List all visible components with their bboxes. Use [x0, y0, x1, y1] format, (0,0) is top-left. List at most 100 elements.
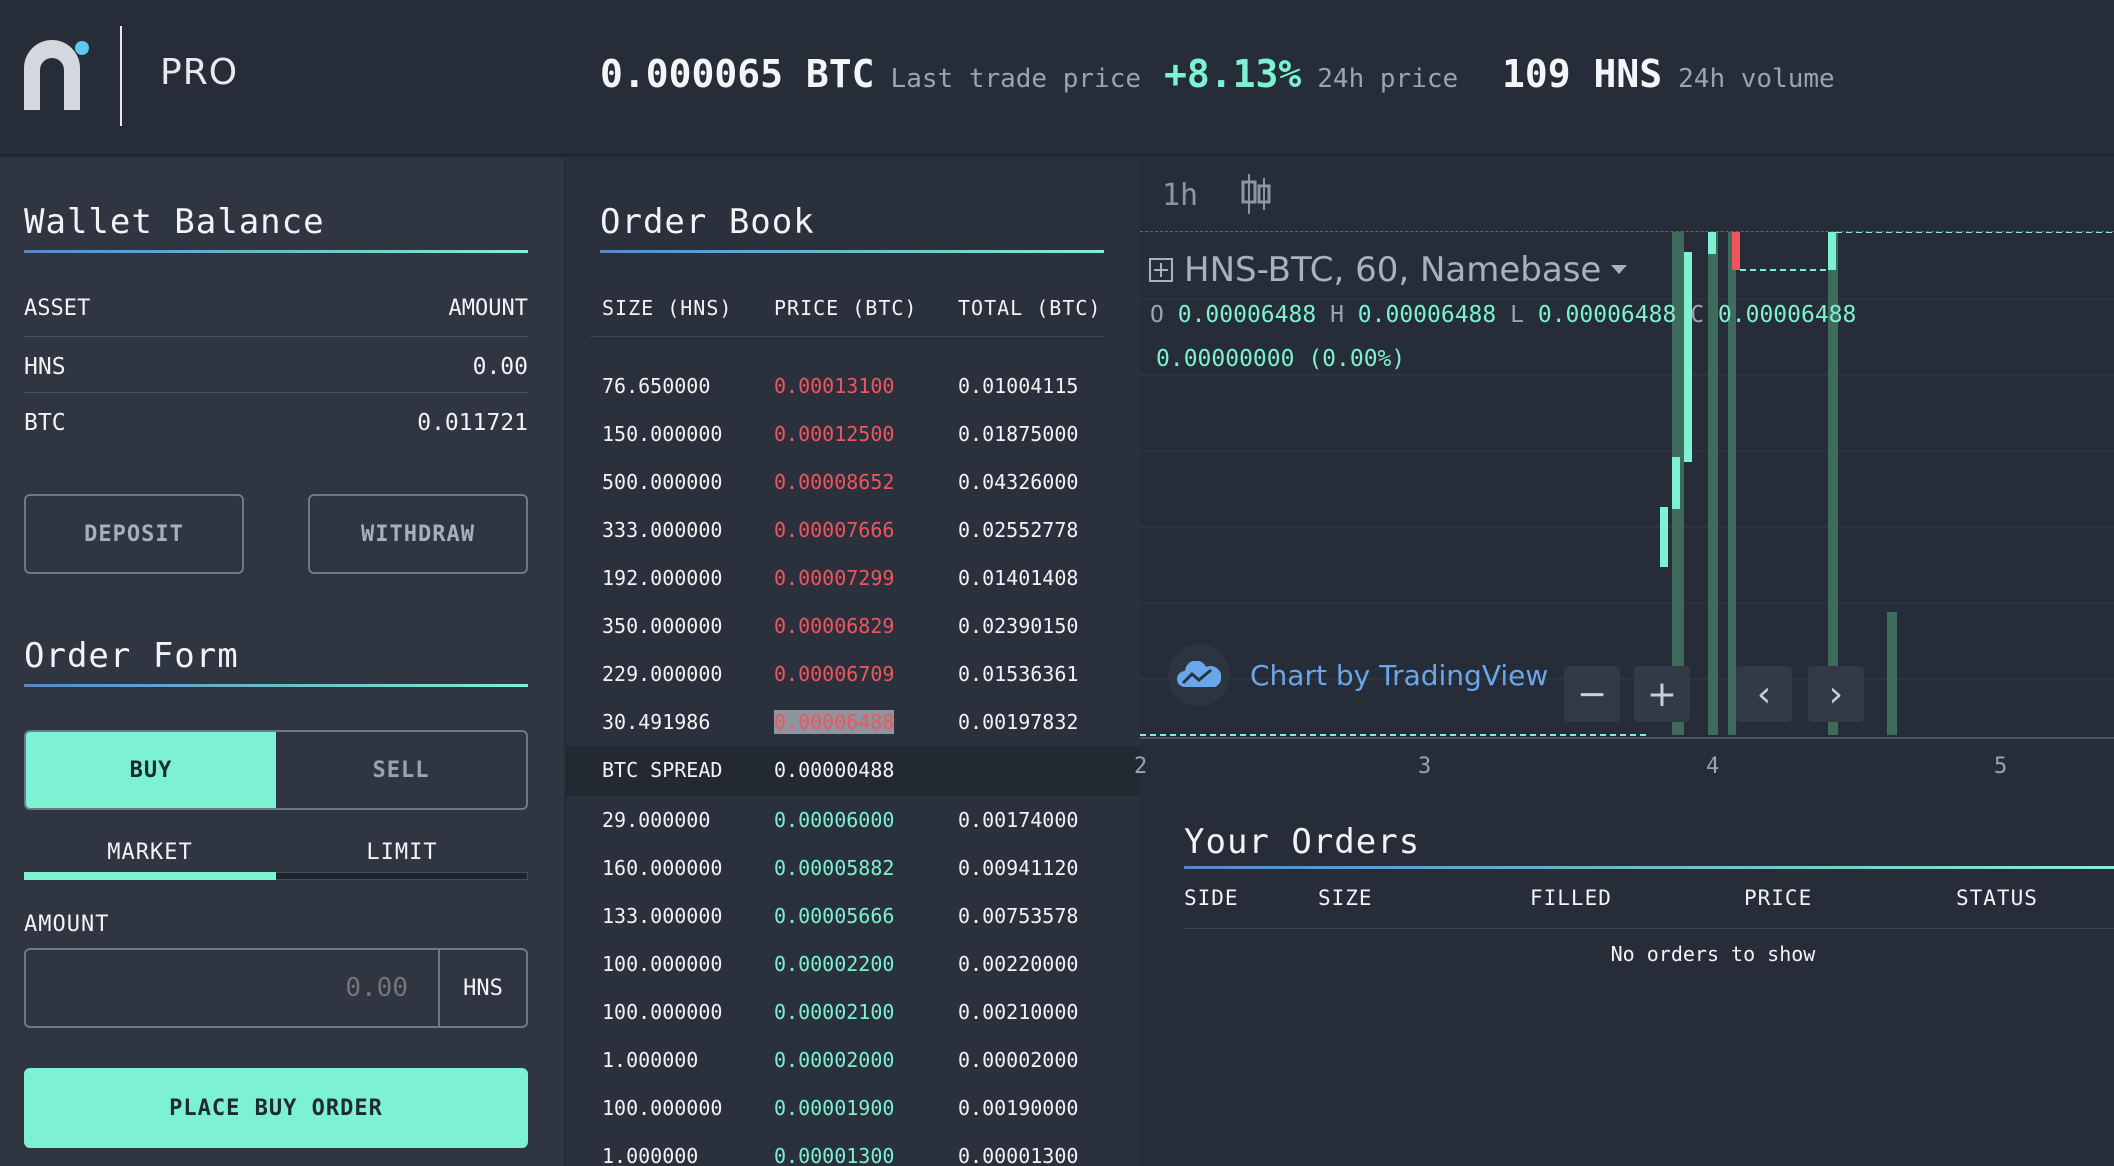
- chart-toolbar: [1140, 158, 2114, 232]
- wallet-table-header: ASSET AMOUNT: [24, 296, 528, 321]
- ask-row[interactable]: 30.491986 0.00006488 0.00197832: [566, 698, 1140, 746]
- ask-row[interactable]: 500.000000 0.00008652 0.04326000: [566, 458, 1140, 506]
- spread-value: 0.00000488: [774, 758, 895, 782]
- chart-change: 0.00000000 (0.00%): [1156, 346, 1406, 372]
- ask-price: 0.00006829: [774, 614, 895, 638]
- pro-label: PRO: [160, 52, 239, 93]
- orders-col-size: SIZE: [1318, 886, 1373, 910]
- bid-row[interactable]: 133.000000 0.00005666 0.00753578: [566, 892, 1140, 940]
- bid-row[interactable]: 1.000000 0.00002000 0.00002000: [566, 1036, 1140, 1084]
- bid-row[interactable]: 100.000000 0.00001900 0.00190000: [566, 1084, 1140, 1132]
- ask-total: 0.00197832: [958, 710, 1079, 734]
- zoom-in-button[interactable]: +: [1634, 666, 1690, 722]
- ask-total: 0.01401408: [958, 566, 1079, 590]
- deposit-button[interactable]: DEPOSIT: [24, 494, 244, 574]
- price-change-stat: +8.13% 24h price: [1164, 52, 1458, 96]
- amount-unit: HNS: [438, 950, 526, 1026]
- order-form-title-underline: [24, 684, 528, 687]
- bid-row[interactable]: 100.000000 0.00002200 0.00220000: [566, 940, 1140, 988]
- order-form-title: Order Form: [24, 636, 239, 676]
- ohlc-key-low: L: [1510, 302, 1524, 328]
- ask-price-highlighted: 0.00006488: [774, 710, 895, 734]
- bid-row[interactable]: 100.000000 0.00002100 0.00210000: [566, 988, 1140, 1036]
- your-orders-title: Your Orders: [1184, 822, 1421, 862]
- ask-price: 0.00006709: [774, 662, 895, 686]
- tradingview-attribution[interactable]: Chart by TradingView: [1168, 644, 1548, 706]
- ask-row[interactable]: 192.000000 0.00007299 0.01401408: [566, 554, 1140, 602]
- ask-price: 0.00007666: [774, 518, 895, 542]
- sell-toggle-button[interactable]: SELL: [276, 732, 526, 808]
- wallet-row-hns: HNS 0.00: [24, 354, 528, 380]
- bid-total: 0.00753578: [958, 904, 1079, 928]
- ohlc-key-high: H: [1330, 302, 1344, 328]
- ask-size: 333.000000: [602, 518, 723, 542]
- wallet-col-asset: ASSET: [24, 296, 91, 321]
- bid-price: 0.00006000: [774, 808, 895, 832]
- bid-row[interactable]: 1.000000 0.00001300 0.00001300: [566, 1132, 1140, 1166]
- x-axis-tick: 2: [1134, 754, 1148, 779]
- scroll-left-button[interactable]: ‹: [1736, 666, 1792, 722]
- ask-size: 229.000000: [602, 662, 723, 686]
- ob-col-price: PRICE (BTC): [774, 296, 918, 320]
- ask-total: 0.01875000: [958, 422, 1079, 446]
- ohlc-high: 0.00006488: [1357, 302, 1497, 328]
- tab-limit[interactable]: LIMIT: [276, 840, 528, 865]
- ohlc-key-close: C: [1690, 302, 1705, 328]
- candle-up: [1708, 232, 1716, 254]
- ask-total: 0.02552778: [958, 518, 1079, 542]
- ask-row[interactable]: 333.000000 0.00007666 0.02552778: [566, 506, 1140, 554]
- scroll-right-button[interactable]: ›: [1808, 666, 1864, 722]
- tradingview-label: Chart by TradingView: [1250, 658, 1549, 692]
- place-buy-order-button[interactable]: PLACE BUY ORDER: [24, 1068, 528, 1148]
- candlestick-type-icon[interactable]: [1240, 172, 1272, 216]
- bid-price: 0.00005666: [774, 904, 895, 928]
- ask-row[interactable]: 76.650000 0.00013100 0.01004115: [566, 362, 1140, 410]
- zoom-out-button[interactable]: −: [1564, 666, 1620, 722]
- wallet-asset: BTC: [24, 410, 66, 436]
- ask-size: 192.000000: [602, 566, 723, 590]
- bid-size: 100.000000: [602, 952, 723, 976]
- expand-square-icon: [1149, 258, 1173, 282]
- ask-row[interactable]: 229.000000 0.00006709 0.01536361: [566, 650, 1140, 698]
- last-trade-stat: 0.000065 BTC Last trade price: [600, 52, 1141, 96]
- ask-row[interactable]: 150.000000 0.00012500 0.01875000: [566, 410, 1140, 458]
- order-book-title-underline: [600, 250, 1104, 253]
- bid-row[interactable]: 160.000000 0.00005882 0.00941120: [566, 844, 1140, 892]
- ask-row[interactable]: 350.000000 0.00006829 0.02390150: [566, 602, 1140, 650]
- buy-toggle-button[interactable]: BUY: [26, 732, 276, 808]
- ask-price: 0.00012500: [774, 422, 895, 446]
- amount-field-box: HNS: [24, 948, 528, 1028]
- ask-size: 76.650000: [602, 374, 711, 398]
- order-book-rows: 76.650000 0.00013100 0.01004115 150.000000…: [566, 362, 1140, 1166]
- top-header: PRO 0.000065 BTC Last trade price +8.13%…: [0, 0, 2114, 156]
- bid-total: 0.00001300: [958, 1144, 1079, 1166]
- ask-size: 350.000000: [602, 614, 723, 638]
- timeframe-button[interactable]: 1h: [1162, 178, 1198, 213]
- order-type-tabs: MARKET LIMIT: [24, 840, 528, 865]
- ask-total: 0.04326000: [958, 470, 1079, 494]
- ob-col-size: SIZE (HNS): [602, 296, 733, 320]
- amount-input[interactable]: [26, 950, 438, 1026]
- orders-col-status: STATUS: [1956, 886, 2038, 910]
- ohlc-key-open: O: [1150, 302, 1164, 328]
- chevron-right-icon: ›: [1828, 673, 1844, 715]
- ob-col-total: TOTAL (BTC): [958, 296, 1102, 320]
- ob-header-divider: [590, 336, 1104, 337]
- orders-col-filled: FILLED: [1530, 886, 1612, 910]
- withdraw-button[interactable]: WITHDRAW: [308, 494, 528, 574]
- bid-price: 0.00005882: [774, 856, 895, 880]
- tab-market[interactable]: MARKET: [24, 840, 276, 865]
- buy-sell-toggle: BUY SELL: [24, 730, 528, 810]
- candle-up: [1828, 232, 1836, 270]
- wallet-balance-title: Wallet Balance: [24, 202, 325, 242]
- x-axis-tick: 3: [1418, 754, 1432, 779]
- bid-size: 1.000000: [602, 1048, 699, 1072]
- bid-total: 0.00210000: [958, 1000, 1079, 1024]
- chart-symbol: HNS-BTC, 60, Namebase: [1184, 250, 1602, 290]
- bid-row[interactable]: 29.000000 0.00006000 0.00174000: [566, 796, 1140, 844]
- namebase-logo-icon[interactable]: [24, 40, 90, 110]
- chart-symbol-legend[interactable]: HNS-BTC, 60, Namebase: [1148, 250, 1628, 290]
- bid-total: 0.00190000: [958, 1096, 1079, 1120]
- spread-row: BTC SPREAD 0.00000488: [566, 746, 1140, 796]
- wallet-asset: HNS: [24, 354, 66, 380]
